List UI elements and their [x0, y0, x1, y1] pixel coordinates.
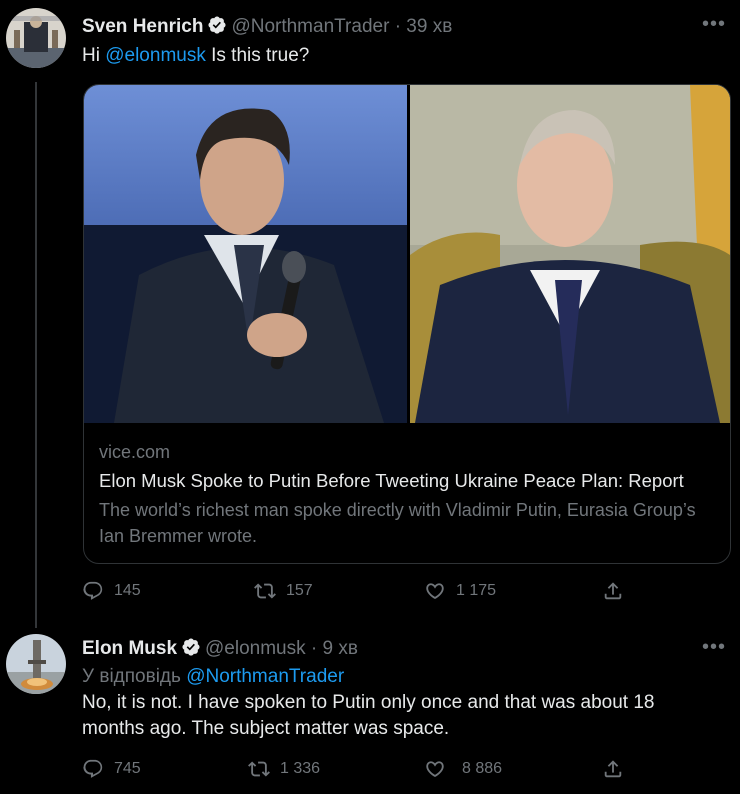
reply-icon: [83, 759, 103, 778]
avatar-elon-musk[interactable]: [6, 634, 66, 694]
separator-dot: ·: [310, 638, 318, 659]
reply-button[interactable]: 745: [82, 758, 141, 780]
tweet-actions: 145 157 1 175: [82, 580, 642, 604]
verified-badge-icon: [182, 638, 200, 656]
card-image-right: [410, 85, 730, 423]
reply-prefix: У відповідь: [82, 666, 181, 687]
mention-link[interactable]: @elonmusk: [105, 45, 206, 66]
share-button[interactable]: [602, 580, 624, 602]
tweet-actions: 745 1 336 8 886: [82, 758, 642, 782]
retweet-count: 157: [286, 582, 313, 599]
heart-icon: [426, 583, 444, 599]
reply-button[interactable]: 145: [82, 580, 141, 602]
share-button[interactable]: [602, 758, 624, 780]
retweet-icon: [254, 583, 276, 599]
avatar-sven-henrich[interactable]: [6, 8, 66, 68]
handle[interactable]: @elonmusk: [205, 638, 306, 659]
tweet-text: Hi @elonmusk Is this true?: [82, 43, 309, 69]
timestamp[interactable]: 39 хв: [406, 16, 452, 37]
reply-context: У відповідь @NorthmanTrader: [82, 664, 344, 690]
retweet-icon: [248, 761, 270, 777]
card-image-left: [84, 85, 407, 425]
retweet-button[interactable]: 1 336: [248, 758, 320, 780]
reply-count: 745: [114, 760, 141, 777]
verified-badge-icon: [208, 16, 226, 34]
tweet-elon-musk[interactable]: Elon Musk @elonmusk · 9 хв ••• У відповід…: [0, 628, 740, 794]
tweet-header: Sven Henrich @NorthmanTrader · 39 хв: [82, 15, 452, 38]
reply-icon: [83, 581, 103, 600]
card-description: The world’s richest man spoke directly w…: [99, 500, 696, 546]
tweet-header: Elon Musk @elonmusk · 9 хв: [82, 637, 358, 660]
display-name[interactable]: Sven Henrich: [82, 16, 203, 37]
more-options-icon[interactable]: •••: [702, 636, 726, 659]
more-options-icon[interactable]: •••: [702, 13, 726, 36]
display-name[interactable]: Elon Musk: [82, 638, 177, 659]
share-icon: [604, 582, 622, 600]
like-count: 1 175: [456, 582, 497, 599]
separator-dot: ·: [394, 16, 402, 37]
tweet-text: No, it is not. I have spoken to Putin on…: [82, 692, 655, 739]
retweet-button[interactable]: 157: [254, 580, 313, 602]
like-count: 8 886: [462, 760, 503, 777]
text-prefix: Hi: [82, 45, 100, 66]
heart-icon: [426, 761, 444, 777]
timestamp[interactable]: 9 хв: [323, 638, 358, 659]
tweet-sven-henrich[interactable]: Sven Henrich @NorthmanTrader · 39 хв ••• …: [0, 0, 740, 628]
like-button[interactable]: 1 175: [424, 580, 496, 602]
reply-to-link[interactable]: @NorthmanTrader: [186, 666, 344, 687]
retweet-count: 1 336: [280, 760, 321, 777]
link-preview-card[interactable]: vice.com Elon Musk Spoke to Putin Before…: [83, 84, 731, 564]
handle[interactable]: @NorthmanTrader: [231, 16, 389, 37]
card-title: Elon Musk Spoke to Putin Before Tweeting…: [99, 470, 684, 491]
share-icon: [604, 760, 622, 778]
thread-line: [35, 82, 37, 628]
text-suffix: Is this true?: [211, 45, 310, 66]
reply-count: 145: [114, 582, 141, 599]
like-button[interactable]: 8 886: [424, 758, 502, 780]
card-domain: vice.com: [99, 442, 171, 462]
